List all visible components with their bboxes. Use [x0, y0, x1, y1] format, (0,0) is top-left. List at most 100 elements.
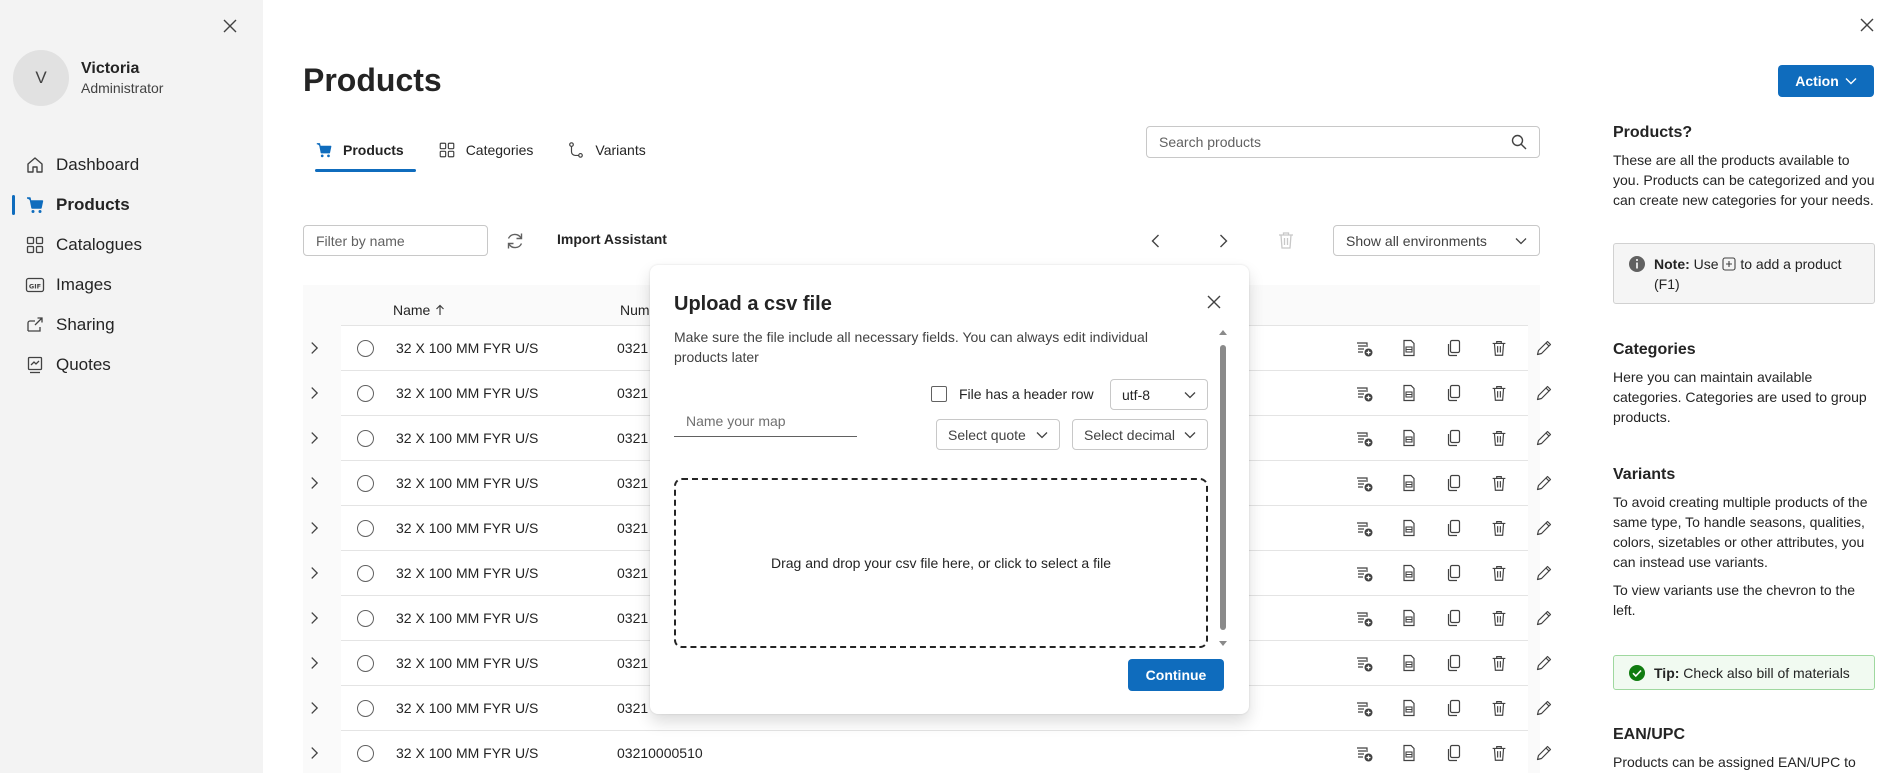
map-name-field[interactable]	[674, 405, 857, 437]
document-print-icon[interactable]	[1398, 652, 1420, 674]
row-select-radio[interactable]	[357, 700, 374, 717]
checkbox[interactable]	[931, 386, 947, 402]
row-select-radio[interactable]	[357, 655, 374, 672]
chevron-right-icon[interactable]	[303, 652, 325, 674]
add-to-stock-icon[interactable]	[1353, 697, 1375, 719]
row-select-radio[interactable]	[357, 430, 374, 447]
map-name-input[interactable]	[686, 412, 845, 429]
sidebar-item-quotes[interactable]: Quotes	[0, 345, 263, 385]
row-select-radio[interactable]	[357, 520, 374, 537]
row-select-radio[interactable]	[357, 475, 374, 492]
table-row[interactable]: 32 X 100 MM FYR U/S 03210000510	[311, 730, 1552, 773]
edit-icon[interactable]	[1533, 382, 1555, 404]
trash-icon[interactable]	[1488, 337, 1510, 359]
trash-icon[interactable]	[1488, 472, 1510, 494]
filter-input[interactable]	[316, 232, 475, 249]
chevron-right-icon[interactable]	[303, 472, 325, 494]
continue-button[interactable]: Continue	[1128, 659, 1224, 691]
search-icon[interactable]	[1511, 134, 1527, 150]
document-print-icon[interactable]	[1398, 697, 1420, 719]
chevron-right-icon[interactable]	[303, 517, 325, 539]
copy-icon[interactable]	[1443, 427, 1465, 449]
copy-icon[interactable]	[1443, 652, 1465, 674]
chevron-right-icon[interactable]	[303, 427, 325, 449]
trash-icon[interactable]	[1488, 697, 1510, 719]
filter-box[interactable]	[303, 225, 488, 256]
chevron-right-icon[interactable]	[303, 562, 325, 584]
import-assistant-button[interactable]: Import Assistant	[557, 231, 667, 247]
chevron-right-icon[interactable]	[1212, 230, 1234, 252]
search-box[interactable]	[1146, 126, 1540, 158]
add-to-stock-icon[interactable]	[1353, 562, 1375, 584]
file-dropzone[interactable]: Drag and drop your csv file here, or cli…	[674, 478, 1208, 648]
tab-products[interactable]: Products	[303, 130, 416, 172]
trash-icon[interactable]	[1488, 562, 1510, 584]
document-print-icon[interactable]	[1398, 607, 1420, 629]
copy-icon[interactable]	[1443, 562, 1465, 584]
chevron-right-icon[interactable]	[303, 337, 325, 359]
dialog-scrollbar[interactable]	[1217, 327, 1229, 649]
edit-icon[interactable]	[1533, 562, 1555, 584]
add-to-stock-icon[interactable]	[1353, 337, 1375, 359]
action-button[interactable]: Action	[1778, 65, 1874, 97]
edit-icon[interactable]	[1533, 742, 1555, 764]
copy-icon[interactable]	[1443, 382, 1465, 404]
decimal-select[interactable]: Select decimal	[1072, 419, 1208, 450]
add-to-stock-icon[interactable]	[1353, 517, 1375, 539]
sidebar-item-catalogues[interactable]: Catalogues	[0, 225, 263, 265]
environment-select[interactable]: Show all environments	[1333, 225, 1540, 256]
encoding-select[interactable]: utf-8	[1110, 379, 1208, 410]
edit-icon[interactable]	[1533, 697, 1555, 719]
copy-icon[interactable]	[1443, 517, 1465, 539]
chevron-right-icon[interactable]	[303, 742, 325, 764]
chevron-right-icon[interactable]	[303, 607, 325, 629]
sidebar-item-dashboard[interactable]: Dashboard	[0, 145, 263, 185]
chevron-right-icon[interactable]	[303, 697, 325, 719]
copy-icon[interactable]	[1443, 337, 1465, 359]
trash-icon[interactable]	[1488, 742, 1510, 764]
row-select-radio[interactable]	[357, 565, 374, 582]
copy-icon[interactable]	[1443, 742, 1465, 764]
chevron-left-icon[interactable]	[1145, 230, 1167, 252]
trash-icon[interactable]	[1488, 517, 1510, 539]
add-to-stock-icon[interactable]	[1353, 472, 1375, 494]
document-print-icon[interactable]	[1398, 472, 1420, 494]
document-print-icon[interactable]	[1398, 517, 1420, 539]
sidebar-close-icon[interactable]	[218, 14, 242, 38]
sidebar-item-sharing[interactable]: Sharing	[0, 305, 263, 345]
document-print-icon[interactable]	[1398, 427, 1420, 449]
add-to-stock-icon[interactable]	[1353, 607, 1375, 629]
edit-icon[interactable]	[1533, 427, 1555, 449]
column-header-name[interactable]: Name	[393, 302, 445, 318]
document-print-icon[interactable]	[1398, 382, 1420, 404]
chevron-right-icon[interactable]	[303, 382, 325, 404]
search-input[interactable]	[1159, 134, 1511, 150]
quote-select[interactable]: Select quote	[936, 419, 1060, 450]
row-select-radio[interactable]	[357, 610, 374, 627]
document-print-icon[interactable]	[1398, 337, 1420, 359]
copy-icon[interactable]	[1443, 607, 1465, 629]
close-icon[interactable]	[1855, 13, 1879, 37]
add-to-stock-icon[interactable]	[1353, 382, 1375, 404]
scroll-thumb[interactable]	[1220, 345, 1226, 630]
edit-icon[interactable]	[1533, 607, 1555, 629]
tab-categories[interactable]: Categories	[426, 130, 546, 170]
edit-icon[interactable]	[1533, 472, 1555, 494]
document-print-icon[interactable]	[1398, 742, 1420, 764]
header-row-checkbox[interactable]: File has a header row	[931, 386, 1094, 402]
row-select-radio[interactable]	[357, 745, 374, 762]
trash-icon[interactable]	[1488, 427, 1510, 449]
user-profile[interactable]: V Victoria Administrator	[13, 50, 163, 106]
add-to-stock-icon[interactable]	[1353, 742, 1375, 764]
row-select-radio[interactable]	[357, 340, 374, 357]
copy-icon[interactable]	[1443, 472, 1465, 494]
edit-icon[interactable]	[1533, 517, 1555, 539]
add-to-stock-icon[interactable]	[1353, 652, 1375, 674]
sidebar-item-images[interactable]: GIF Images	[0, 265, 263, 305]
trash-icon[interactable]	[1488, 382, 1510, 404]
document-print-icon[interactable]	[1398, 562, 1420, 584]
refresh-icon[interactable]	[504, 230, 526, 252]
column-header-number[interactable]: Num	[620, 302, 650, 318]
trash-icon[interactable]	[1488, 607, 1510, 629]
copy-icon[interactable]	[1443, 697, 1465, 719]
